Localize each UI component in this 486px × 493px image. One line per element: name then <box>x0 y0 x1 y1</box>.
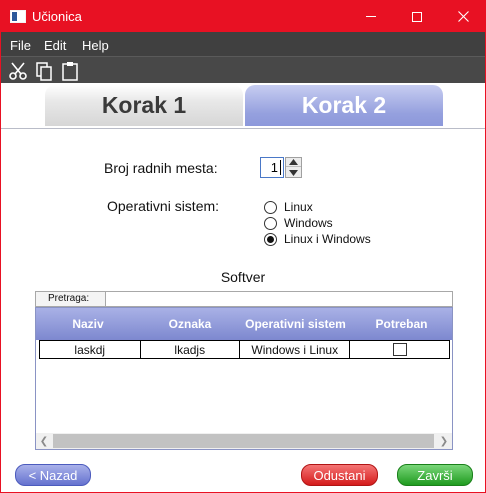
radio-label: Linux <box>284 200 313 214</box>
potreban-checkbox[interactable] <box>392 343 407 356</box>
radio-button[interactable] <box>264 200 277 214</box>
cell-naziv[interactable]: laskdj <box>40 341 141 358</box>
minimize-button[interactable] <box>348 1 394 32</box>
copy-icon <box>36 62 52 81</box>
radio-button-checked[interactable] <box>264 232 277 246</box>
maximize-button[interactable] <box>394 1 440 32</box>
scroll-left-icon[interactable]: ❮ <box>36 433 52 449</box>
column-header-operativni-sistem[interactable]: Operativni sistem <box>240 308 351 340</box>
horizontal-scrollbar[interactable]: ❮ ❯ <box>36 433 452 449</box>
stepper-up-button[interactable] <box>286 158 301 167</box>
broj-mesta-label: Broj radnih mesta: <box>104 160 218 176</box>
copy-button[interactable] <box>34 61 54 81</box>
chevron-up-icon <box>289 159 298 165</box>
chevron-down-icon <box>289 169 298 176</box>
radio-label: Linux i Windows <box>284 232 371 246</box>
broj-mesta-stepper[interactable]: 1 <box>260 157 303 178</box>
finish-button[interactable]: Završi <box>397 464 473 486</box>
radio-button[interactable] <box>264 216 277 230</box>
software-table: Naziv Oznaka Operativni sistem Potreban … <box>35 307 453 450</box>
tab-korak-1[interactable]: Korak 1 <box>45 85 243 126</box>
tab-korak-2[interactable]: Korak 2 <box>245 85 443 126</box>
radio-windows[interactable]: Windows <box>264 215 333 231</box>
step-tabs: Korak 1 Korak 2 <box>1 83 485 129</box>
table-header: Naziv Oznaka Operativni sistem Potreban <box>36 308 452 340</box>
back-button[interactable]: < Nazad <box>15 464 91 486</box>
menu-edit[interactable]: Edit <box>44 38 66 53</box>
cut-button[interactable] <box>8 61 28 81</box>
scrollbar-thumb[interactable] <box>53 434 434 448</box>
softver-title: Softver <box>220 269 266 285</box>
close-icon <box>457 11 469 22</box>
stepper-down-button[interactable] <box>286 168 301 177</box>
search-bar: Pretraga: <box>35 291 453 307</box>
close-button[interactable] <box>440 1 486 32</box>
paste-icon <box>62 62 78 81</box>
search-input[interactable] <box>107 292 451 306</box>
toolbar <box>1 56 485 83</box>
cut-icon <box>9 62 27 80</box>
broj-mesta-value: 1 <box>270 160 278 175</box>
maximize-icon <box>412 11 422 22</box>
cancel-button[interactable]: Odustani <box>301 464 378 486</box>
scroll-right-icon[interactable]: ❯ <box>436 433 452 449</box>
operativni-sistem-label: Operativni sistem: <box>107 198 220 214</box>
menu-file[interactable]: File <box>10 38 31 53</box>
window-title: Učionica <box>32 9 82 24</box>
app-window: Učionica File Edit Help Korak 1 Korak 2 … <box>0 0 486 493</box>
cell-oznaka[interactable]: lkadjs <box>141 341 241 358</box>
minimize-icon <box>366 16 376 17</box>
menu-help[interactable]: Help <box>82 38 109 53</box>
radio-linux-i-windows[interactable]: Linux i Windows <box>264 231 371 247</box>
menu-bar: File Edit Help <box>1 32 485 56</box>
app-icon <box>10 10 26 23</box>
column-header-naziv[interactable]: Naziv <box>36 308 140 340</box>
stepper-buttons <box>285 157 302 178</box>
radio-linux[interactable]: Linux <box>264 199 313 215</box>
text-cursor <box>280 160 281 175</box>
paste-button[interactable] <box>60 61 80 81</box>
table-row[interactable]: laskdj lkadjs Windows i Linux <box>39 340 450 359</box>
column-header-oznaka[interactable]: Oznaka <box>140 308 240 340</box>
column-header-potreban[interactable]: Potreban <box>351 308 452 340</box>
search-label: Pretraga: <box>36 292 106 306</box>
cell-operativni-sistem[interactable]: Windows i Linux <box>240 341 351 358</box>
title-bar: Učionica <box>1 1 485 32</box>
cell-potreban <box>350 341 449 358</box>
radio-label: Windows <box>284 216 333 230</box>
